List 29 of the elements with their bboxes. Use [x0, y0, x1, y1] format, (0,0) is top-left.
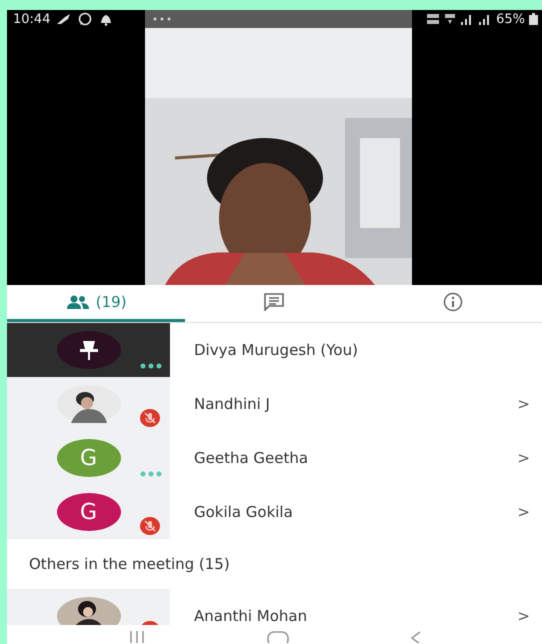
chevron[interactable]: >	[517, 503, 530, 521]
participant-name: Nandhini J	[194, 395, 271, 413]
participant-row[interactable]: G Geetha Geetha >	[7, 431, 542, 485]
battery-level: 65%	[496, 12, 525, 26]
info-icon	[442, 292, 463, 312]
section-heading: Others in the meeting (15)	[28, 554, 231, 575]
participant-name: Ananthi Mohan	[194, 607, 308, 625]
more-icon	[153, 17, 171, 21]
participant-row[interactable]: G Gokila Gokila >	[7, 485, 542, 539]
avatar: G	[56, 439, 120, 477]
clock: 10:44	[13, 12, 50, 26]
avatar: G	[56, 493, 120, 531]
people-icon	[66, 295, 90, 309]
participant-row[interactable]: Nandhini J >	[7, 377, 542, 431]
notification-icon	[56, 13, 72, 25]
message-icon	[264, 293, 284, 311]
battery-icon	[529, 13, 538, 25]
chevron[interactable]: >	[517, 607, 530, 625]
back-icon[interactable]	[410, 631, 422, 643]
home-icon[interactable]	[267, 631, 290, 643]
chevron[interactable]: >	[517, 449, 530, 467]
chat-bubble-icon	[78, 12, 92, 26]
chevron[interactable]: >	[517, 395, 530, 413]
participant-row[interactable]: Ananthi Mohan >	[7, 589, 542, 625]
participant-name: Gokila Gokila	[194, 503, 294, 521]
participant-name: Geetha Geetha	[194, 449, 310, 467]
participant-name: Divya Murugesh (You)	[194, 341, 359, 359]
pin-avatar-icon	[56, 331, 120, 369]
participant-row[interactable]: Divya Murugesh (You)	[7, 323, 542, 377]
